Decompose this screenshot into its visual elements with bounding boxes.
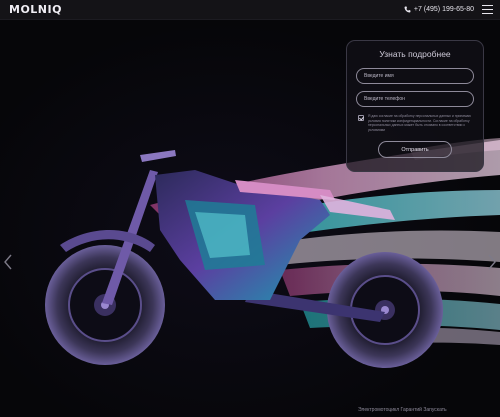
phone-number[interactable]: +7 (495) 199-65-80 [414,6,474,13]
site-header: MOLNIQ +7 (495) 199-65-80 [0,0,500,20]
header-phone[interactable]: +7 (495) 199-65-80 [404,6,474,13]
chevron-right-icon[interactable] [487,254,497,270]
handlebar [140,150,176,162]
phone-icon [404,6,411,13]
front-wheel [45,245,165,365]
consent-checkbox[interactable] [358,115,364,121]
menu-line [482,9,493,10]
hero-caption: Электромотоцикл Гарантий Запускать [358,407,447,413]
submit-button[interactable]: Отправить [378,141,452,159]
phone-field[interactable] [356,91,474,107]
form-title: Узнать подробнее [379,49,451,59]
menu-line [482,13,493,14]
hamburger-menu-icon[interactable] [482,5,493,14]
inquiry-form: Узнать подробнее Я даю согласие на обраб… [346,40,484,172]
chevron-left-icon[interactable] [3,254,13,270]
menu-line [482,5,493,6]
name-field[interactable] [356,68,474,84]
consent-text: Я даю согласие на обработку персональных… [368,114,471,132]
consent-row: Я даю согласие на обработку персональных… [358,114,475,132]
site-logo[interactable]: MOLNIQ [9,3,62,16]
